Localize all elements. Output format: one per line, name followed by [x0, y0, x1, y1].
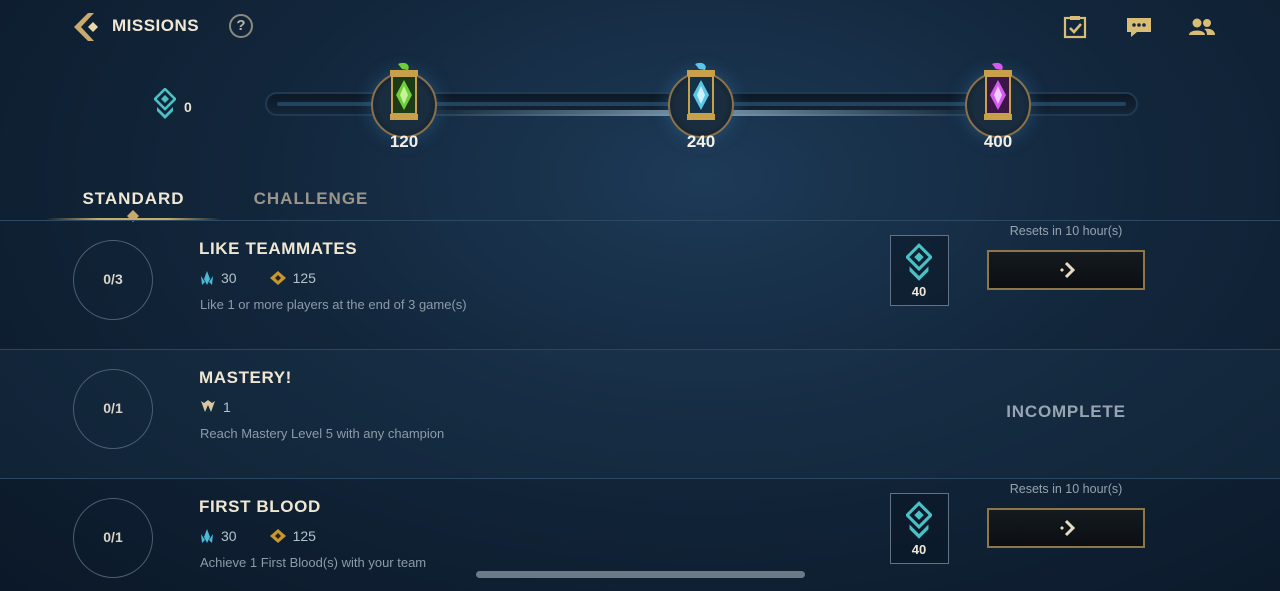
- chat-icon[interactable]: [1125, 14, 1153, 40]
- milestone-value: 120: [389, 132, 419, 151]
- green-capsule-icon: [390, 62, 418, 120]
- top-bar: MISSIONS ?: [0, 0, 1280, 56]
- milestone-value: 240: [686, 132, 716, 151]
- reward-value: 125: [292, 270, 316, 286]
- blue-capsule-icon: [687, 62, 715, 120]
- mission-tabs: STANDARD CHALLENGE: [46, 184, 401, 220]
- mission-rewards: 30 125: [199, 270, 316, 286]
- back-chevron-icon[interactable]: [72, 10, 106, 44]
- tab-challenge[interactable]: CHALLENGE: [221, 184, 401, 220]
- points-value: 0: [184, 98, 192, 115]
- arrow-right-icon: [1060, 519, 1076, 537]
- token-value: 40: [911, 542, 927, 557]
- arrow-right-icon: [1060, 261, 1076, 279]
- mission-title: FIRST BLOOD: [199, 497, 321, 516]
- mission-token-icon: [906, 501, 932, 539]
- go-to-mission-button[interactable]: [987, 508, 1145, 548]
- mission-points: 0: [153, 87, 192, 125]
- help-button[interactable]: ?: [229, 14, 253, 38]
- mission-row: 0/1 MASTERY! 1 Reach Mastery Level 5 wit…: [0, 350, 1280, 479]
- home-indicator[interactable]: [476, 571, 805, 578]
- mission-description: Reach Mastery Level 5 with any champion: [200, 426, 445, 441]
- reward-value: 1: [223, 399, 231, 415]
- mission-title: LIKE TEAMMATES: [199, 239, 358, 258]
- mission-rewards: 30 125: [199, 528, 316, 544]
- reward-value: 125: [292, 528, 316, 544]
- mission-token-reward: 40: [890, 493, 949, 564]
- mission-progress-counter: 0/1: [73, 498, 153, 578]
- mission-token-icon: [153, 87, 177, 125]
- blue-essence-icon: [201, 529, 213, 543]
- mission-row: 0/3 LIKE TEAMMATES 30 125 Like 1 or more…: [0, 221, 1280, 350]
- mission-token-reward: 40: [890, 235, 949, 306]
- checklist-icon[interactable]: [1062, 14, 1090, 40]
- page-title: MISSIONS: [112, 16, 200, 35]
- reset-timer: Resets in 10 hour(s): [1009, 482, 1123, 496]
- blue-essence-icon: [201, 271, 213, 285]
- reset-timer: Resets in 10 hour(s): [1009, 224, 1123, 238]
- gold-rp-icon: [269, 271, 286, 285]
- gold-rp-icon: [269, 529, 286, 543]
- purple-capsule-icon: [984, 62, 1012, 120]
- mission-progress-counter: 0/3: [73, 240, 153, 320]
- mission-progress-counter: 0/1: [73, 369, 153, 449]
- milestone-240[interactable]: 240: [666, 62, 736, 162]
- reward-value: 30: [221, 528, 237, 544]
- milestone-120[interactable]: 120: [369, 62, 439, 162]
- mastery-icon: [201, 400, 215, 412]
- mission-description: Like 1 or more players at the end of 3 g…: [200, 297, 467, 312]
- token-value: 40: [911, 284, 927, 299]
- go-to-mission-button[interactable]: [987, 250, 1145, 290]
- milestone-value: 400: [983, 132, 1013, 151]
- friends-icon[interactable]: [1188, 14, 1216, 40]
- reward-value: 30: [221, 270, 237, 286]
- mission-rewards: 1: [199, 399, 231, 415]
- mission-description: Achieve 1 First Blood(s) with your team: [200, 555, 427, 570]
- mission-token-icon: [906, 243, 932, 281]
- milestone-400[interactable]: 400: [963, 62, 1033, 162]
- mission-list: 0/3 LIKE TEAMMATES 30 125 Like 1 or more…: [0, 221, 1280, 591]
- mission-title: MASTERY!: [199, 368, 292, 387]
- mission-status: INCOMPLETE: [1006, 402, 1126, 421]
